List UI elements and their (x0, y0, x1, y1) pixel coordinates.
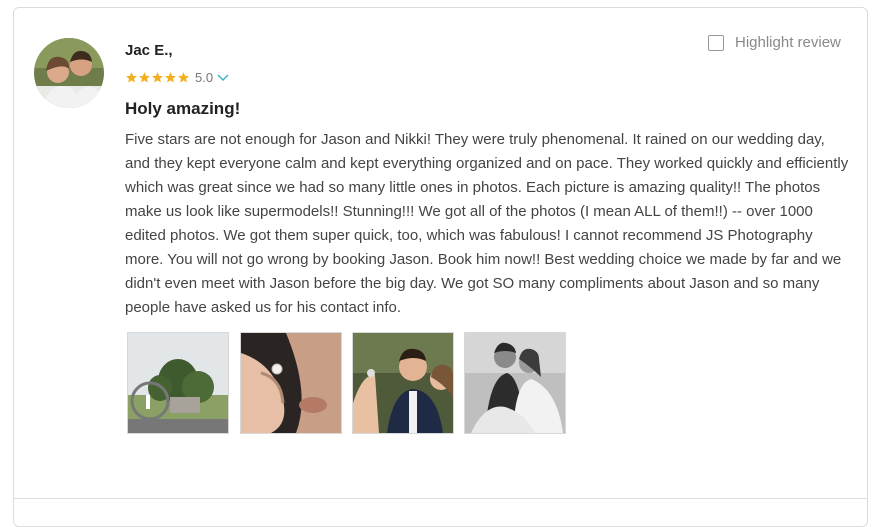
review-title: Holy amazing! (125, 99, 241, 118)
star-rating (125, 71, 190, 84)
avatar[interactable] (34, 38, 104, 108)
chevron-down-icon[interactable] (217, 73, 229, 82)
review-photo-2[interactable] (240, 332, 342, 434)
highlight-checkbox[interactable] (708, 34, 724, 51)
highlight-review-toggle[interactable]: Highlight review (708, 34, 841, 51)
star-icon (165, 72, 176, 83)
star-icon (178, 72, 189, 83)
reviewer-name: Jac E., (125, 42, 173, 59)
star-icon (139, 72, 150, 83)
card-divider (13, 498, 868, 499)
star-icon (152, 72, 163, 83)
star-icon (126, 72, 137, 83)
review-photo-1[interactable] (127, 332, 229, 434)
rating-row: 5.0 (125, 70, 229, 85)
highlight-label: Highlight review (735, 34, 841, 51)
review-photo-4[interactable] (464, 332, 566, 434)
review-body: Five stars are not enough for Jason and … (125, 131, 849, 316)
rating-value: 5.0 (195, 70, 214, 85)
review-photo-3[interactable] (352, 332, 454, 434)
